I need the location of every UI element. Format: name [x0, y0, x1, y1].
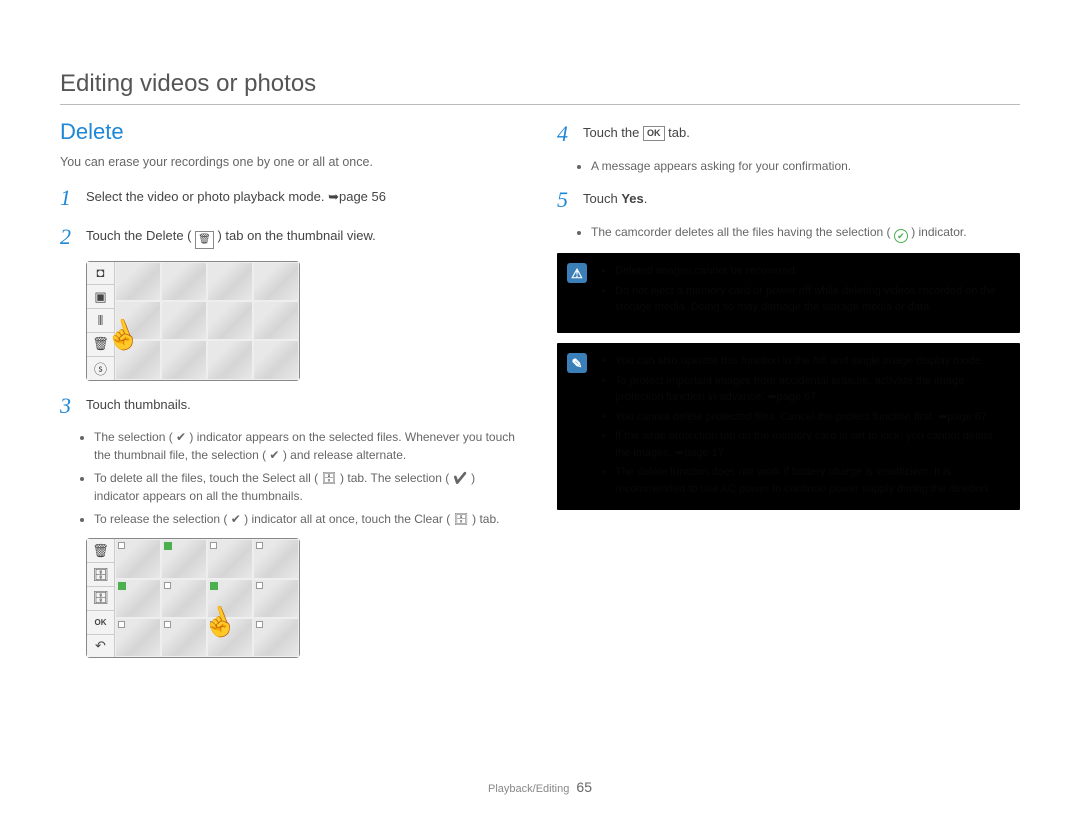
back-tab-icon: ↶ — [87, 635, 114, 658]
step-text: Touch thumbnails. — [86, 391, 191, 414]
step-number: 5 — [557, 185, 575, 216]
step-5: 5 Touch Yes. — [557, 185, 1020, 216]
ok-tab-icon: OK — [87, 611, 114, 635]
bullet: To release the selection ( ✔ ) indicator… — [94, 511, 523, 528]
step-1: 1 Select the video or photo playback mod… — [60, 183, 523, 214]
step-5-bullets: The camcorder deletes all the files havi… — [557, 224, 1020, 244]
note-list: You can also operate this function in th… — [601, 353, 1008, 497]
page-number: 65 — [576, 779, 592, 795]
thumbnail-cell — [253, 579, 299, 618]
trash-tab-icon: 🗑 — [87, 333, 114, 357]
thumbnail-cell — [161, 539, 207, 578]
step-5-bold: Yes — [621, 191, 643, 206]
thumbnail-cell — [115, 579, 161, 618]
footer-section-label: Playback/Editing — [488, 783, 569, 795]
side-tabs: ◘ ▣ ⦀ 🗑 ⓢ — [87, 262, 115, 380]
note-box: ✎ You can also operate this function in … — [557, 343, 1020, 510]
two-column-layout: Delete You can erase your recordings one… — [60, 119, 1020, 668]
thumbnail-view-2: 🗑 🗄 🗄 OK ↶ — [86, 538, 300, 658]
thumbnail-cell — [253, 340, 299, 379]
thumbnail-cell — [207, 618, 253, 657]
thumbnail-cell — [207, 579, 253, 618]
clear-tab-icon: 🗄 — [87, 587, 114, 611]
warning-icon: ⚠ — [567, 263, 587, 283]
page-title: Editing videos or photos — [60, 70, 1020, 98]
warning-item: Deleted images cannot be recovered. — [615, 263, 1008, 280]
left-column: Delete You can erase your recordings one… — [60, 119, 523, 668]
thumbnail-cell — [161, 301, 207, 340]
share-tab-icon: ⓢ — [87, 357, 114, 380]
thumbnail-cell — [161, 618, 207, 657]
thumbnail-cell — [161, 262, 207, 301]
step-2-prefix: Touch the Delete ( — [86, 228, 192, 243]
thumbnail-grid — [115, 262, 299, 380]
check-icon — [894, 229, 908, 243]
selectall-tab-icon: 🗄 — [87, 563, 114, 587]
thumbnail-cell — [253, 618, 299, 657]
step-4-prefix: Touch the — [583, 125, 643, 140]
note-item: To protect important images from acciden… — [615, 373, 1008, 406]
bullet-suffix: ) indicator. — [911, 225, 966, 239]
thumbnail-cell — [207, 340, 253, 379]
step-3: 3 Touch thumbnails. — [60, 391, 523, 422]
thumbnail-cell — [115, 301, 161, 340]
step-text: Touch Yes. — [583, 185, 647, 208]
bullet: A message appears asking for your confir… — [591, 158, 1020, 175]
play-tab-icon: ▣ — [87, 285, 114, 309]
right-column: 4 Touch the OK tab. A message appears as… — [557, 119, 1020, 668]
note-item: If the write protection tab on the memor… — [615, 428, 1008, 461]
thumbnail-grid — [115, 539, 299, 657]
thumbnail-cell — [253, 262, 299, 301]
thumbnail-cell — [207, 539, 253, 578]
camera-tab-icon: ◘ — [87, 262, 114, 286]
ok-icon: OK — [643, 126, 665, 141]
step-number: 1 — [60, 183, 78, 214]
bullet: The selection ( ✔ ) indicator appears on… — [94, 429, 523, 464]
thumbnail-cell — [115, 340, 161, 379]
step-2: 2 Touch the Delete ( 🗑 ) tab on the thum… — [60, 222, 523, 253]
note-item: You can also operate this function in th… — [615, 353, 1008, 370]
trash-icon: 🗑 — [195, 231, 214, 249]
trash-tab-icon: 🗑 — [87, 539, 114, 563]
divider — [60, 104, 1020, 105]
thumbnail-cell — [161, 579, 207, 618]
warning-item: Do not eject a memory card or power off … — [615, 283, 1008, 316]
step-text: Touch the Delete ( 🗑 ) tab on the thumbn… — [86, 222, 376, 249]
step-5-prefix: Touch — [583, 191, 621, 206]
bullet: The camcorder deletes all the files havi… — [591, 224, 1020, 244]
film-tab-icon: ⦀ — [87, 309, 114, 333]
note-icon: ✎ — [567, 353, 587, 373]
note-item: You cannot delete protected files. Cance… — [615, 409, 1008, 426]
warning-list: Deleted images cannot be recovered. Do n… — [601, 263, 1008, 316]
warning-box: ⚠ Deleted images cannot be recovered. Do… — [557, 253, 1020, 333]
step-3-bullets: The selection ( ✔ ) indicator appears on… — [60, 429, 523, 528]
step-number: 2 — [60, 222, 78, 253]
side-tabs: 🗑 🗄 🗄 OK ↶ — [87, 539, 115, 657]
step-text: Select the video or photo playback mode.… — [86, 183, 386, 206]
thumbnail-cell — [115, 262, 161, 301]
step-4-bullets: A message appears asking for your confir… — [557, 158, 1020, 175]
step-number: 4 — [557, 119, 575, 150]
step-number: 3 — [60, 391, 78, 422]
step-text: Touch the OK tab. — [583, 119, 690, 142]
bullet: To delete all the files, touch the Selec… — [94, 470, 523, 505]
thumbnail-cell — [253, 301, 299, 340]
thumbnail-view-1: ◘ ▣ ⦀ 🗑 ⓢ — [86, 261, 300, 381]
thumbnail-cell — [207, 301, 253, 340]
thumbnail-cell — [161, 340, 207, 379]
intro-text: You can erase your recordings one by one… — [60, 155, 523, 169]
step-4: 4 Touch the OK tab. — [557, 119, 1020, 150]
thumbnail-cell — [253, 539, 299, 578]
manual-page: Editing videos or photos Delete You can … — [0, 0, 1080, 698]
section-heading: Delete — [60, 119, 523, 145]
thumbnail-cell — [115, 539, 161, 578]
thumbnail-cell — [207, 262, 253, 301]
page-footer: Playback/Editing 65 — [0, 779, 1080, 795]
thumbnail-cell — [115, 618, 161, 657]
step-4-suffix: tab. — [668, 125, 690, 140]
note-item: The delete function does not work if bat… — [615, 464, 1008, 497]
bullet-prefix: The camcorder deletes all the files havi… — [591, 225, 891, 239]
step-5-suffix: . — [644, 191, 648, 206]
step-2-suffix: ) tab on the thumbnail view. — [217, 228, 375, 243]
